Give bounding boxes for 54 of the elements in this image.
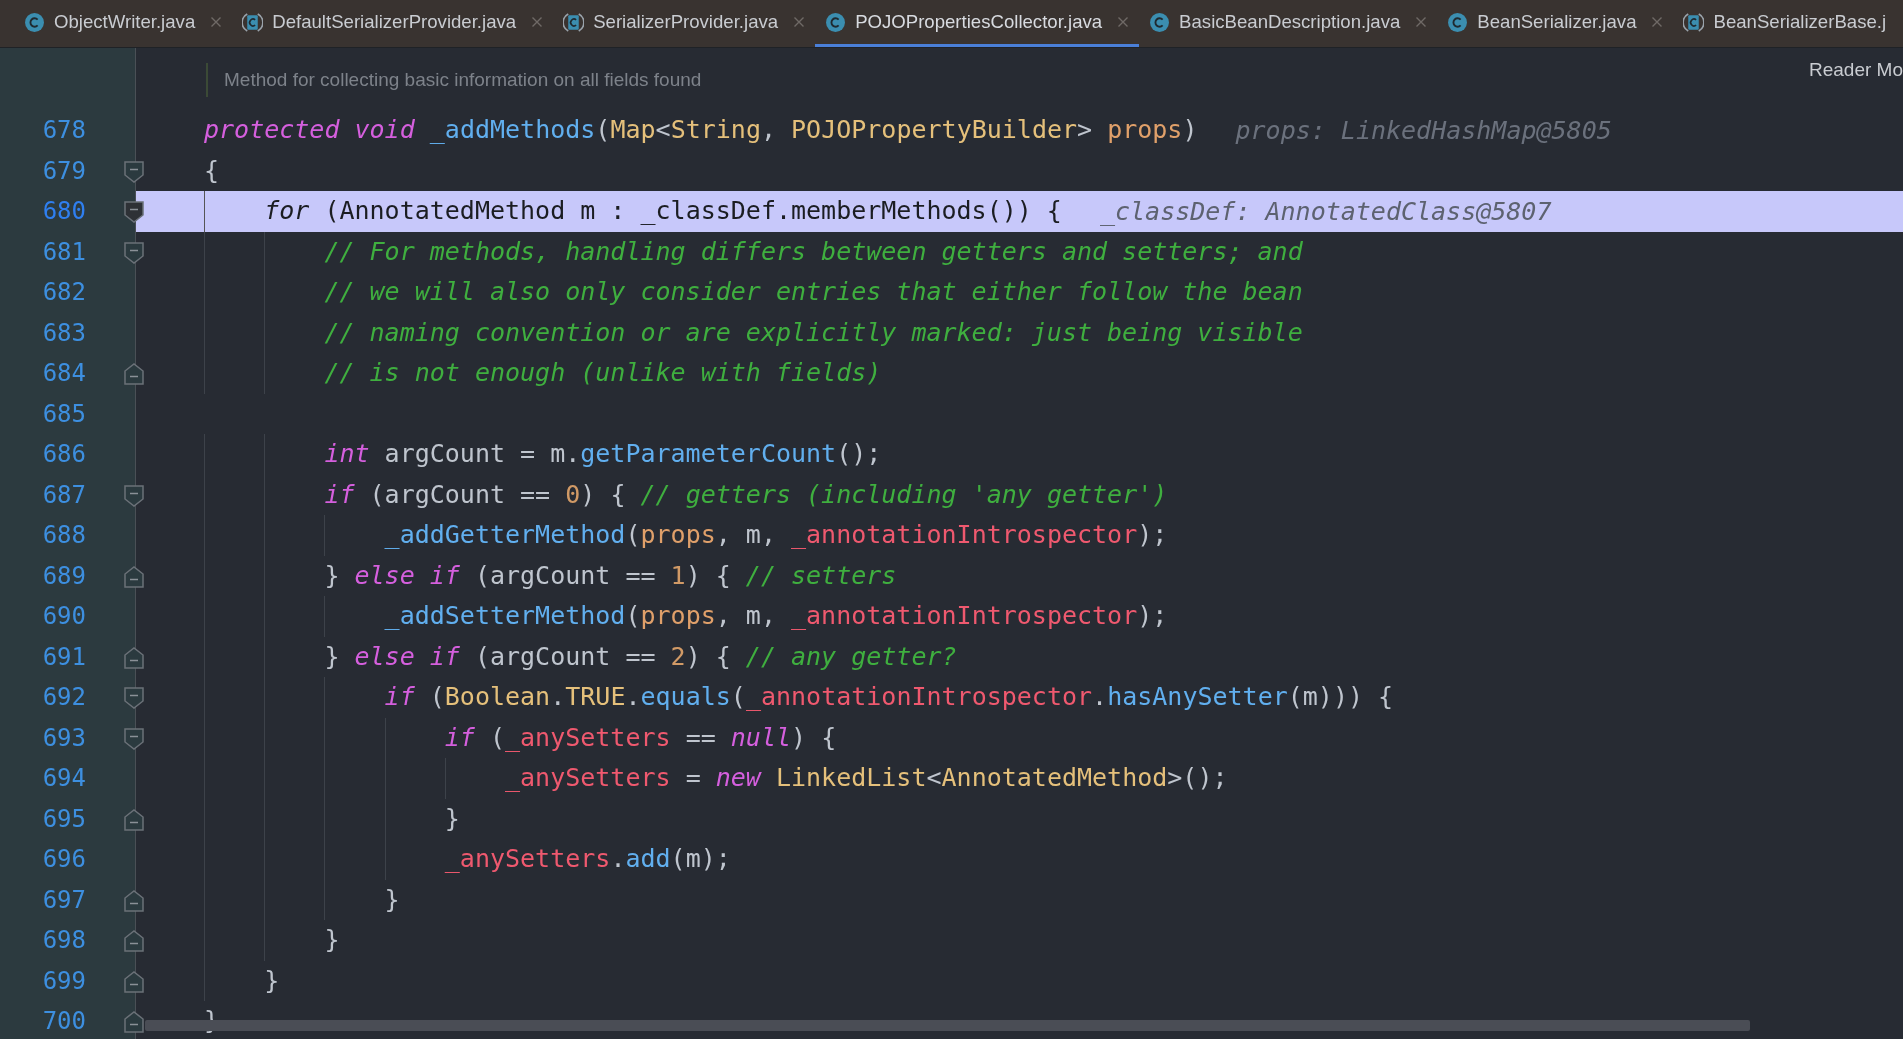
code-line: }: [324, 924, 340, 956]
editor-tab[interactable]: DefaultSerializerProvider.java: [232, 0, 554, 47]
code-line: if (argCount == 0) { // getters (including 'any getter'): [324, 478, 1168, 511]
line-number: 700: [42, 1006, 86, 1037]
line-number: 699: [42, 965, 86, 997]
line-number: 684: [42, 358, 86, 389]
code-line: _addGetterMethod(props, m, _annotationIntrospector);: [384, 519, 1168, 551]
line-number: 692: [42, 682, 86, 713]
reader-mode-link[interactable]: Reader Mo: [1809, 59, 1903, 81]
code-line: int argCount = m.getParameterCount();: [324, 438, 882, 470]
line-number: 695: [42, 803, 86, 835]
editor-tab[interactable]: ObjectWriter.java: [14, 0, 233, 47]
code-line: } else if (argCount == 2) { // any getter?: [324, 640, 957, 673]
code-line: }: [444, 802, 460, 835]
code-line: // we will also only consider entries that either follow the bean: [324, 276, 1303, 308]
line-number: 679: [42, 155, 86, 187]
line-number: 694: [42, 763, 86, 794]
editor-tab[interactable]: SerializerProvider.java: [553, 0, 816, 47]
line-number: 696: [42, 844, 86, 875]
line-number: 691: [42, 641, 86, 673]
line-number: 682: [42, 277, 86, 308]
editor-tab[interactable]: BeanSerializerBase.j: [1673, 0, 1897, 47]
code-line: // For methods, handling differs between getters and setters; and: [324, 235, 1303, 268]
code-line: }: [264, 964, 280, 997]
line-number: 698: [42, 925, 86, 956]
code-line: if (Boolean.TRUE.equals(_annotationIntrospector.hasAnySetter(m))) {: [384, 681, 1394, 713]
line-number: 693: [42, 722, 86, 754]
line-number: 685: [42, 398, 86, 430]
code-line: protected void _addMethods(Map<String, POJOPropertyBuilder> props): [204, 114, 1198, 146]
line-number: 681: [42, 236, 86, 268]
code-line: } else if (argCount == 1) { // setters: [324, 559, 897, 592]
code-line: _anySetters = new LinkedList<AnnotatedMethod>();: [505, 762, 1228, 794]
line-number: 678: [42, 115, 86, 146]
line-number: 697: [42, 884, 86, 916]
line-number: 689: [42, 560, 86, 592]
code-line: _addSetterMethod(props, m, _annotationIntrospector);: [384, 600, 1168, 632]
editor-tab[interactable]: BasicBeanDescription.java: [1139, 0, 1438, 47]
inlay-hint: _classDef: AnnotatedClass@5807: [1099, 196, 1552, 226]
code-line: if (_anySetters == null) {: [444, 721, 837, 754]
doc-comment: Method for collecting basic information on all fields found: [206, 63, 702, 97]
code-line: // naming convention or are explicitly marked: just being visible: [324, 316, 1303, 349]
code-line: _anySetters.add(m);: [444, 843, 731, 875]
inlay-hint: props: LinkedHashMap@5805: [1235, 115, 1612, 145]
line-number: 686: [42, 439, 86, 470]
line-number: 687: [42, 479, 86, 511]
line-number: 690: [42, 601, 86, 632]
code-line: }: [384, 883, 400, 916]
code-line: {: [204, 154, 220, 187]
line-number: 680: [42, 196, 86, 227]
code-line: for (AnnotatedMethod m : _classDef.memberMethods()) {: [264, 195, 1062, 227]
line-number: 683: [42, 317, 86, 349]
line-number: 688: [42, 520, 86, 551]
editor-tab[interactable]: BeanSerializer.java: [1437, 0, 1674, 47]
code-line: // is not enough (unlike with fields): [324, 357, 882, 389]
